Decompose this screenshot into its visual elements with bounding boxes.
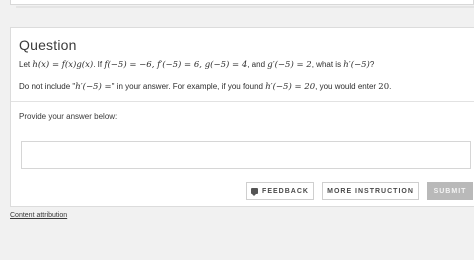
feedback-button-label: FEEDBACK bbox=[262, 187, 309, 195]
question-prompt: Let h(x) = f(x)g(x). If f(−5) = −6, f′(−… bbox=[19, 60, 467, 70]
previous-card-shadow bbox=[16, 6, 474, 8]
prompt-math: g′(−5) = 2 bbox=[267, 60, 312, 70]
question-card: Question Let h(x) = f(x)g(x). If f(−5) =… bbox=[10, 27, 474, 207]
hint-text: Do not include " bbox=[19, 82, 76, 91]
prompt-text: , and bbox=[247, 60, 268, 69]
prompt-text: , what is bbox=[311, 60, 344, 69]
submit-button-label: SUBMIT bbox=[433, 187, 467, 195]
submit-button[interactable]: SUBMIT bbox=[427, 182, 473, 200]
hint-math: h′(−5) = 20 bbox=[265, 82, 316, 92]
prompt-math: f(−5) = −6, f′(−5) = 6, g(−5) = 4 bbox=[104, 60, 248, 70]
content-attribution-link[interactable]: Content attribution bbox=[10, 212, 67, 219]
answer-hint: Do not include "h′(−5) =" in your answer… bbox=[19, 82, 391, 92]
hint-text: , you would enter bbox=[315, 82, 379, 91]
more-instruction-button[interactable]: MORE INSTRUCTION bbox=[322, 182, 419, 200]
hint-text: . bbox=[389, 82, 392, 91]
prompt-text: . If bbox=[93, 60, 105, 69]
previous-card-edge bbox=[10, 0, 474, 5]
prompt-text: ? bbox=[369, 60, 375, 69]
feedback-icon bbox=[251, 188, 259, 196]
prompt-math: h(x) = f(x)g(x) bbox=[32, 60, 94, 70]
more-instruction-label: MORE INSTRUCTION bbox=[327, 187, 414, 195]
hint-math: 20 bbox=[378, 82, 390, 92]
answer-label: Provide your answer below: bbox=[19, 112, 118, 121]
prompt-math: h′(−5) bbox=[343, 60, 370, 70]
feedback-button[interactable]: FEEDBACK bbox=[246, 182, 314, 200]
answer-input[interactable] bbox=[21, 141, 471, 169]
prompt-text: Let bbox=[19, 60, 33, 69]
question-title: Question bbox=[19, 37, 77, 53]
hint-text: " in your answer. For example, if you fo… bbox=[111, 82, 266, 91]
divider bbox=[11, 101, 474, 102]
hint-math: h′(−5) = bbox=[75, 82, 112, 92]
